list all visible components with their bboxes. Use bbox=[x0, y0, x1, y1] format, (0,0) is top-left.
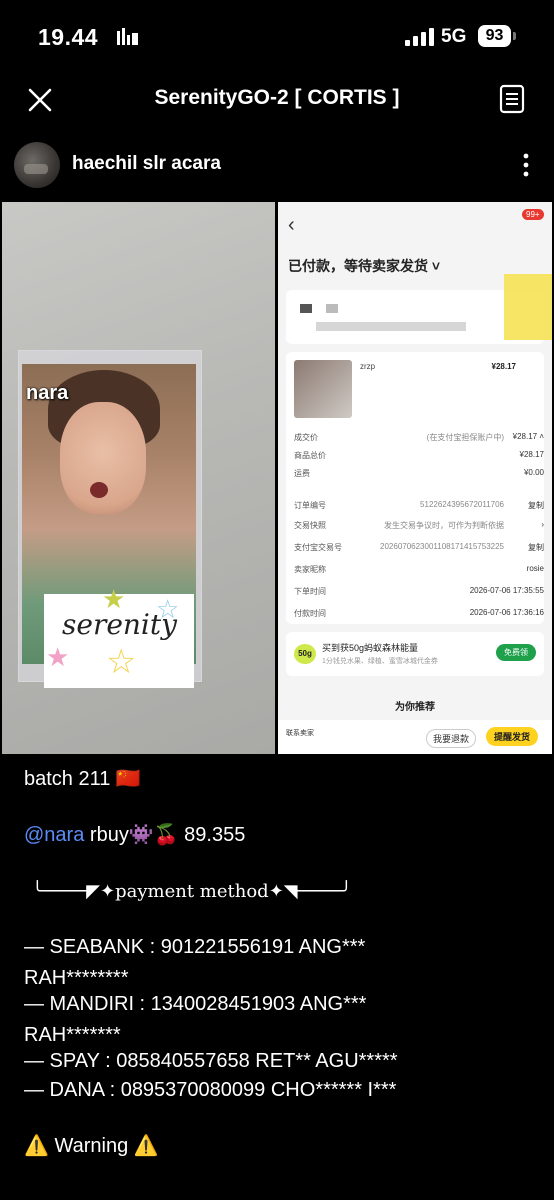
user-mention-link[interactable]: @nara bbox=[24, 824, 84, 846]
star-icon: ★ bbox=[46, 642, 70, 672]
order-detail-value: 5122624395672011706 bbox=[420, 500, 504, 509]
order-detail-action: 复制 bbox=[528, 501, 544, 510]
nara-sticker-label: nara bbox=[26, 382, 69, 404]
order-detail-action: ¥28.17 ˄ bbox=[512, 432, 544, 441]
remind-ship-button: 提醒发货 bbox=[486, 727, 539, 746]
post-media[interactable]: nara ★ ☆ ★ ☆ serenity ‹ 99+ 已付款，等待卖家发货 ˅… bbox=[0, 202, 554, 754]
page-title: SerenityGO-2 [ CORTIS ] bbox=[154, 86, 400, 109]
promo-subtitle: 1分钱兑水果、绿植、蜜雪冰城代金券 bbox=[322, 658, 438, 665]
close-icon[interactable] bbox=[26, 86, 54, 114]
rbuy-line: @nara rbuy👾🍒 89.355 bbox=[24, 820, 245, 851]
batch-line: batch 211 🇨🇳 bbox=[24, 768, 141, 790]
order-detail-action: 复制 bbox=[528, 543, 544, 552]
order-detail-key: 交易快照 bbox=[294, 521, 326, 530]
order-detail-key: 运费 bbox=[294, 469, 310, 478]
order-detail-key: 商品总价 bbox=[294, 451, 326, 460]
order-detail-action: rosie bbox=[526, 564, 544, 573]
yellow-banner bbox=[504, 274, 552, 340]
promo-title: 买到获50g蚂蚁森林能量 bbox=[322, 643, 419, 653]
order-detail-action: ¥28.17 bbox=[519, 450, 544, 459]
mandiri-line: — MANDIRI : 1340028451903 ANG*** bbox=[24, 993, 367, 1015]
order-detail-key: 付款时间 bbox=[294, 609, 326, 618]
recommend-heading: 为你推荐 bbox=[395, 702, 435, 713]
order-status: 已付款，等待卖家发货 ˅ bbox=[288, 258, 441, 274]
energy-badge: 50g bbox=[294, 644, 316, 664]
avatar[interactable] bbox=[14, 142, 60, 188]
rbuy-text: rbuy👾🍒 89.355 bbox=[89, 824, 246, 846]
clock: 19.44 bbox=[38, 24, 99, 50]
order-action-bar: 联系卖家 我要退款 提醒发货 bbox=[278, 720, 552, 754]
product-thumbnail bbox=[294, 360, 352, 418]
promo-card: 50g 买到获50g蚂蚁森林能量 1分钱兑水果、绿植、蜜雪冰城代金券 免费领 bbox=[286, 632, 544, 676]
dana-line: — DANA : 0895370080099 CHO****** I*** bbox=[24, 1079, 397, 1101]
order-detail-key: 成交价 bbox=[294, 433, 318, 442]
back-icon: ‹ bbox=[288, 214, 295, 236]
order-detail-key: 支付宝交易号 bbox=[294, 543, 342, 552]
battery-icon: 93 bbox=[478, 25, 511, 47]
order-detail-action: ¥0.00 bbox=[523, 468, 544, 477]
contact-seller: 联系卖家 bbox=[286, 730, 314, 737]
signal-icon bbox=[405, 28, 434, 46]
author-row: haechil slr acara bbox=[0, 138, 554, 192]
post-header: SerenityGO-2 [ CORTIS ] bbox=[0, 72, 554, 128]
photocard-face bbox=[60, 402, 146, 514]
warning-line: ⚠️ Warning ⚠️ bbox=[24, 1135, 159, 1157]
order-detail-action: › bbox=[541, 520, 544, 529]
product-price: ¥28.17 bbox=[491, 362, 516, 371]
photocard-photo: nara ★ ☆ ★ ☆ serenity bbox=[2, 202, 275, 754]
notification-badge: 99+ bbox=[522, 209, 544, 220]
order-detail-value: (在支付宝担保账户中) bbox=[426, 433, 504, 442]
order-detail-key: 下单时间 bbox=[294, 587, 326, 596]
order-detail-key: 卖家昵称 bbox=[294, 565, 326, 574]
star-icon: ☆ bbox=[106, 643, 137, 681]
sim-icon bbox=[117, 28, 138, 45]
order-detail-action: 2026-07-06 17:36:16 bbox=[469, 608, 544, 617]
serenity-note-text: serenity bbox=[62, 608, 177, 641]
refund-button: 我要退款 bbox=[426, 729, 477, 748]
spay-line: — SPAY : 085840557658 RET** AGU***** bbox=[24, 1050, 398, 1072]
seabank-line: — SEABANK : 901221556191 ANG*** bbox=[24, 936, 366, 958]
order-details-card: zrzp ¥28.17 成交价 (在支付宝担保账户中) ¥28.17 ˄ 商品总价 ¥2… bbox=[286, 352, 544, 624]
author-name[interactable]: haechil slr acara bbox=[72, 153, 221, 175]
order-screenshot: ‹ 99+ 已付款，等待卖家发货 ˅ zrzp ¥28.17 成交价 (在支付宝担… bbox=[278, 202, 552, 754]
free-claim-button: 免费领 bbox=[496, 644, 536, 661]
photocard-mouth bbox=[90, 482, 108, 498]
order-detail-value: 2026070623001108171415753225 bbox=[380, 542, 504, 551]
order-detail-key: 订单编号 bbox=[294, 501, 326, 510]
seller-name: zrzp bbox=[360, 362, 376, 371]
more-options-icon[interactable] bbox=[516, 152, 536, 178]
document-icon[interactable] bbox=[498, 84, 526, 114]
order-detail-action: 2026-07-06 17:35:55 bbox=[469, 586, 544, 595]
order-detail-value: 发生交易争议时，可作为判断依据 bbox=[384, 521, 504, 530]
network-type: 5G bbox=[441, 26, 467, 47]
status-bar: 19.44 5G 93 bbox=[0, 0, 554, 72]
battery-tip bbox=[513, 32, 516, 40]
payment-method-heading: ╰────◤✦payment method✦◥────╯ bbox=[32, 881, 352, 902]
